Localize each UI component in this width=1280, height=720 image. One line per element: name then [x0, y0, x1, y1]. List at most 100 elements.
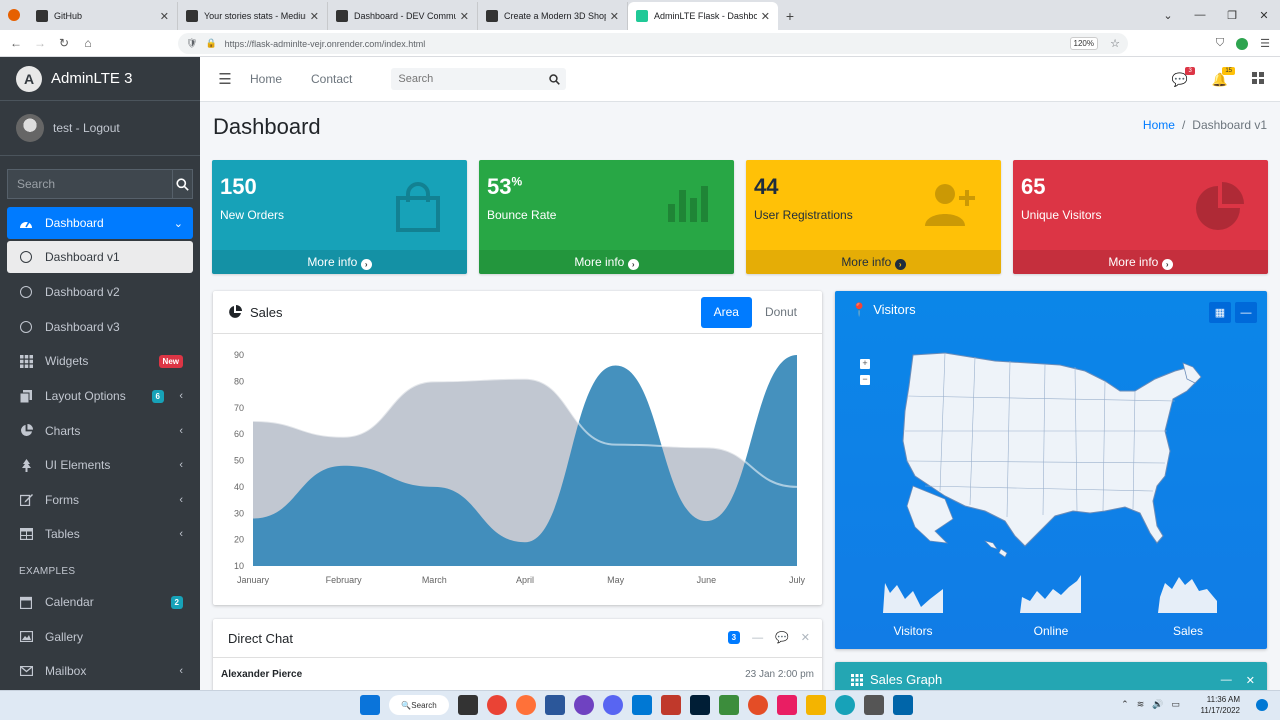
close-icon[interactable]: ✕ [160, 10, 169, 23]
reload-icon[interactable]: ↻ [52, 36, 76, 50]
clock[interactable]: 11:36 AM 11/17/2022 [1201, 694, 1240, 716]
minimize-button[interactable]: — [1184, 9, 1216, 21]
tab-adminlte[interactable]: AdminLTE Flask - Dashboard | A ✕ [628, 2, 778, 30]
file-explorer-icon[interactable] [806, 695, 826, 715]
navbar-search-input[interactable] [391, 68, 543, 90]
app-icon[interactable] [835, 695, 855, 715]
notification-icon[interactable] [1256, 699, 1268, 711]
small-box-new-orders: 150 New Orders More info › [212, 160, 467, 274]
back-icon[interactable]: ← [4, 36, 28, 50]
chat-message-name: Alexander Pierce [221, 669, 303, 680]
new-messages-badge: 3 [727, 631, 741, 644]
tab-donut[interactable]: Donut [752, 297, 810, 328]
sidebar-item-tables[interactable]: Tables ‹ [7, 517, 193, 552]
search-icon[interactable] [172, 169, 193, 199]
messages-dropdown[interactable]: 💬 3 [1172, 66, 1195, 88]
edge-icon[interactable] [632, 695, 652, 715]
notifications-dropdown[interactable]: 🔔 15 [1212, 66, 1235, 88]
user-logout-link[interactable]: test - Logout [53, 121, 120, 135]
comments-icon[interactable]: 💬 [775, 631, 789, 644]
close-icon[interactable]: ✕ [801, 631, 810, 644]
medium-icon [186, 10, 198, 22]
more-info-link[interactable]: More info › [212, 250, 467, 274]
app-icon[interactable] [748, 695, 768, 715]
battery-icon[interactable]: ▭ [1171, 699, 1180, 710]
close-icon[interactable]: ✕ [761, 10, 770, 23]
breadcrumb-home-link[interactable]: Home [1143, 118, 1175, 132]
nav-link-home[interactable]: Home [250, 72, 282, 86]
search-icon[interactable] [542, 68, 566, 90]
sidebar-item-forms[interactable]: Forms ‹ [7, 483, 193, 518]
sidebar-item-mailbox[interactable]: Mailbox ‹ [7, 654, 193, 689]
restore-button[interactable]: ❐ [1216, 9, 1248, 22]
url-text: https://flask-adminlte-vejr.onrender.com… [224, 38, 426, 49]
sidebar-item-layout-options[interactable]: Layout Options ‹ 6 [7, 379, 193, 414]
tab-medium[interactable]: Your stories stats - Medium ✕ [178, 2, 328, 30]
y-tick-label: 90 [234, 350, 244, 360]
pocket-icon[interactable]: ⛉ [1216, 37, 1224, 50]
account-icon[interactable] [1236, 37, 1249, 50]
sparkline-online [1020, 575, 1081, 613]
more-info-link[interactable]: More info › [1013, 250, 1268, 274]
more-info-link[interactable]: More info › [479, 250, 734, 274]
sidebar-search-input[interactable] [7, 169, 172, 199]
x-tick-label: February [326, 575, 363, 585]
bookmark-star-icon[interactable]: ☆ [1110, 37, 1120, 50]
menu-icon[interactable]: ☰ [1260, 37, 1270, 50]
sidebar-item-charts[interactable]: Charts ‹ [7, 413, 193, 448]
firefox-icon[interactable] [516, 695, 536, 715]
close-icon[interactable]: ✕ [1246, 674, 1255, 687]
app-icon[interactable] [574, 695, 594, 715]
sidebar-item-dashboard-v3[interactable]: Dashboard v3 [7, 310, 193, 345]
sidebar-item-ui-elements[interactable]: UI Elements ‹ [7, 448, 193, 483]
sidebar-item-label: Gallery [45, 629, 84, 644]
sidebar-item-gallery[interactable]: Gallery [7, 619, 193, 654]
task-view-icon[interactable] [458, 695, 478, 715]
more-info-link[interactable]: More info › [746, 250, 1001, 274]
sidebar-item-dashboard[interactable]: Dashboard ⌄ [7, 207, 193, 239]
minus-icon[interactable]: — [1221, 674, 1232, 687]
tab-3d-shopping[interactable]: Create a Modern 3D Shopping ✕ [478, 2, 628, 30]
photoshop-icon[interactable] [690, 695, 710, 715]
x-tick-label: April [516, 575, 534, 585]
volume-icon[interactable]: 🔊 [1152, 699, 1163, 710]
browser-menu-icon[interactable] [0, 0, 28, 30]
tab-github[interactable]: GitHub ✕ [28, 2, 178, 30]
vscode-icon[interactable] [893, 695, 913, 715]
zoom-level[interactable]: 120% [1069, 37, 1098, 50]
layout-count-badge: 6 [151, 389, 164, 403]
tab-area[interactable]: Area [700, 297, 752, 328]
windows-start-icon[interactable] [360, 695, 380, 715]
home-icon[interactable]: ⌂ [76, 36, 100, 50]
app-icon[interactable] [719, 695, 739, 715]
wifi-icon[interactable]: ≋ [1137, 699, 1145, 710]
close-icon[interactable]: ✕ [310, 10, 319, 23]
close-icon[interactable]: ✕ [610, 10, 619, 23]
sidebar-item-dashboard-v2[interactable]: Dashboard v2 [7, 275, 193, 310]
tab-dev-community[interactable]: Dashboard - DEV Community ✕ [328, 2, 478, 30]
discord-icon[interactable] [603, 695, 623, 715]
nav-link-contact[interactable]: Contact [311, 72, 352, 86]
address-bar[interactable]: 🛡 🔒 https://flask-adminlte-vejr.onrender… [178, 33, 1128, 54]
taskbar-search[interactable]: 🔍 Search [389, 695, 449, 715]
sidebar-item-calendar[interactable]: Calendar 2 [7, 585, 193, 620]
brand-link[interactable]: A AdminLTE 3 [0, 57, 200, 101]
sidebar-item-dashboard-v1[interactable]: Dashboard v1 [7, 241, 193, 273]
chevron-up-icon[interactable]: ⌃ [1121, 699, 1129, 710]
minus-icon[interactable]: — [752, 632, 763, 644]
chrome-icon[interactable] [487, 695, 507, 715]
close-window-button[interactable]: ✕ [1248, 9, 1280, 22]
close-icon[interactable]: ✕ [460, 10, 469, 23]
app-icon[interactable] [864, 695, 884, 715]
sidebar-item-label: Charts [45, 423, 81, 438]
tab-list-icon[interactable]: ⌄ [1152, 9, 1184, 22]
forward-icon[interactable]: → [28, 36, 52, 50]
control-sidebar-icon[interactable] [1252, 72, 1264, 87]
window-controls: ⌄ — ❐ ✕ [1152, 0, 1280, 30]
app-icon[interactable] [777, 695, 797, 715]
new-tab-button[interactable]: + [778, 2, 802, 30]
hamburger-menu-icon[interactable]: ☰ [200, 70, 250, 88]
app-icon[interactable] [661, 695, 681, 715]
app-icon[interactable] [545, 695, 565, 715]
sidebar-item-widgets[interactable]: Widgets New [7, 344, 193, 379]
